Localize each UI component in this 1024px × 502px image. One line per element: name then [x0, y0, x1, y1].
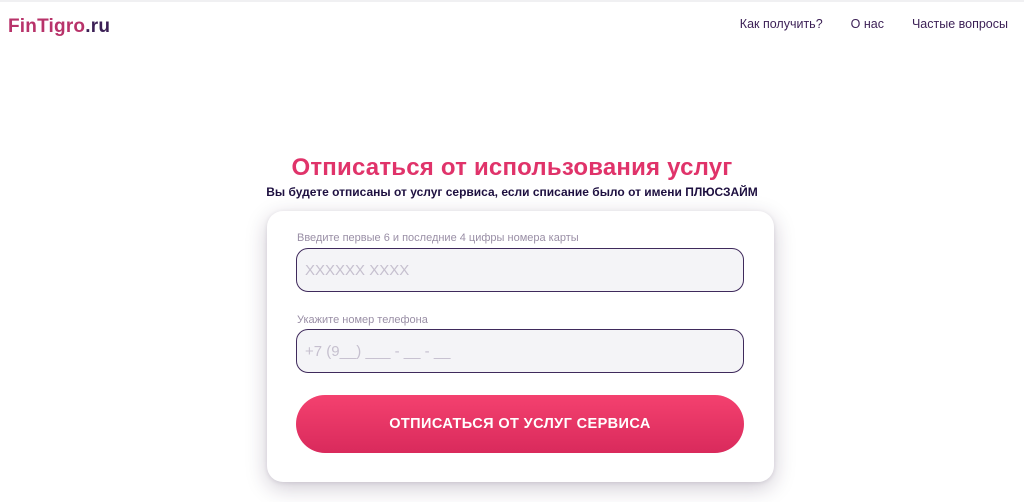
logo-tld: .ru: [85, 16, 111, 37]
logo-brand: FinTigro: [8, 16, 86, 37]
page-subtitle: Вы будете отписаны от услуг сервиса, есл…: [266, 185, 758, 199]
nav-how-to-get[interactable]: Как получить?: [740, 17, 823, 31]
phone-label: Укажите номер телефона: [297, 314, 428, 326]
site-header: FinTigro.ru Как получить? О нас Частые в…: [0, 0, 1024, 54]
page-title: Отписаться от использования услуг: [291, 154, 733, 181]
phone-input[interactable]: [296, 329, 744, 373]
nav-about[interactable]: О нас: [851, 17, 884, 31]
unsubscribe-form: Введите первые 6 и последние 4 цифры ном…: [267, 211, 774, 482]
card-number-input[interactable]: [296, 248, 744, 292]
card-number-label: Введите первые 6 и последние 4 цифры ном…: [297, 232, 579, 244]
nav-faq[interactable]: Частые вопросы: [912, 17, 1008, 31]
hero-section: Отписаться от использования услуг Вы буд…: [0, 154, 1024, 199]
site-logo[interactable]: FinTigro.ru: [8, 16, 110, 38]
unsubscribe-button[interactable]: ОТПИСАТЬСЯ ОТ УСЛУГ СЕРВИСА: [296, 395, 744, 453]
main-nav: Как получить? О нас Частые вопросы: [740, 17, 1008, 31]
